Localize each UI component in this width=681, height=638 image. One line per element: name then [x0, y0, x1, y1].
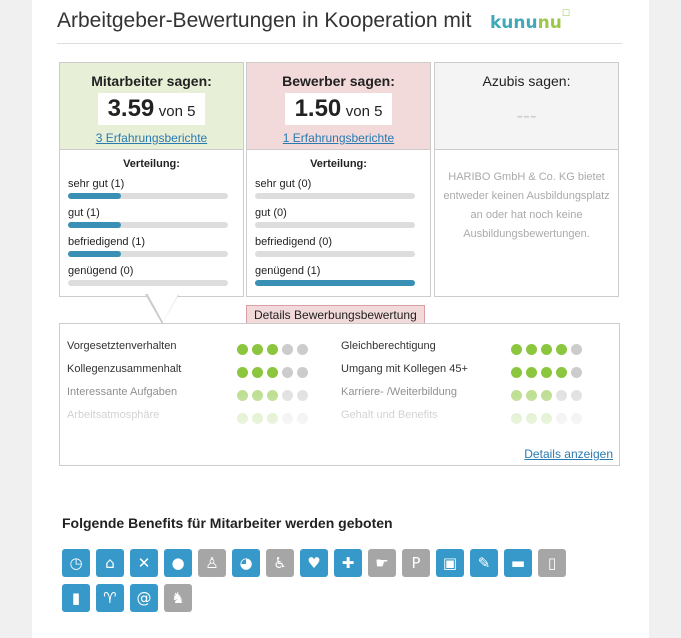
details-box: Vorgesetztenverhalten Kollegenzusammenhal…: [59, 323, 620, 466]
header: Arbeitgeber-Bewertungen in Kooperation m…: [57, 8, 622, 44]
distribution-title: Verteilung:: [310, 158, 367, 170]
distribution-label: gut (0): [255, 207, 287, 219]
rating-icon: [541, 367, 552, 379]
score-box: 1.50 von 5: [284, 93, 393, 125]
score-placeholder: ---: [516, 105, 537, 127]
distribution-label: befriedigend (1): [68, 236, 146, 248]
score-box: 3.59 von 5: [97, 93, 206, 125]
rating-icon: [526, 344, 537, 356]
rating-icon: [282, 344, 293, 356]
company-car-icon[interactable]: ▬: [504, 549, 532, 577]
distribution-bar: [255, 251, 415, 257]
kununu-logo[interactable]: kununu☐: [490, 9, 570, 33]
rating-icon: [511, 367, 522, 379]
rating-icon: [526, 367, 537, 379]
distribution-list: sehr gut (0) gut (0) befriedigend (0) genüg…: [247, 178, 430, 286]
rating-icon: [571, 344, 582, 356]
flexible-hours-icon[interactable]: ◷: [62, 549, 90, 577]
distribution-label: sehr gut (1): [68, 178, 125, 190]
distribution-bar-fill: [255, 280, 415, 286]
benefits-title: Folgende Benefits für Mitarbeiter werden…: [62, 515, 393, 531]
distribution-label: gut (1): [68, 207, 100, 219]
home-office-icon[interactable]: ⌂: [96, 549, 124, 577]
criterion-label: Kollegenzusammenhalt: [67, 363, 182, 375]
distribution-title: Verteilung:: [123, 158, 180, 170]
distribution-label: sehr gut (0): [255, 178, 312, 190]
rating-icon: [237, 367, 248, 379]
rating-icon: [237, 344, 248, 356]
transport-icon[interactable]: ▣: [436, 549, 464, 577]
details-tab[interactable]: Details Bewerbungsbewertung: [246, 305, 425, 324]
rating-icon: [267, 344, 278, 356]
accessibility-icon[interactable]: ♿: [266, 549, 294, 577]
canteen-icon[interactable]: ✕: [130, 549, 158, 577]
score-scale: von 5: [345, 103, 383, 120]
health-icon[interactable]: ♥: [300, 549, 328, 577]
distribution-bar-fill: [68, 222, 121, 228]
rating-icon: [282, 367, 293, 379]
distribution-bar: [255, 222, 415, 228]
rating-icon: [556, 344, 567, 356]
page: Arbeitgeber-Bewertungen in Kooperation m…: [32, 0, 649, 638]
rating-icon: [556, 367, 567, 379]
distribution-bar: [68, 193, 228, 199]
distribution-bar: [68, 280, 228, 286]
food-icon[interactable]: ●: [164, 549, 192, 577]
childcare-icon[interactable]: ♙: [198, 549, 226, 577]
employees-panel: Mitarbeiter sagen: 3.59 von 5 3 Erfahrun…: [59, 62, 244, 297]
distribution-label: genügend (1): [255, 265, 321, 277]
trainees-panel: Azubis sagen: --- HARIBO GmbH & Co. KG b…: [434, 62, 619, 297]
page-title: Arbeitgeber-Bewertungen in Kooperation m…: [57, 9, 472, 32]
criterion-rating: [237, 364, 312, 382]
distribution-bar: [68, 251, 228, 257]
events-icon[interactable]: ♈: [96, 584, 124, 612]
criterion-label: Gleichberechtigung: [341, 340, 436, 352]
internet-icon[interactable]: @: [130, 584, 158, 612]
medical-icon[interactable]: ✚: [334, 549, 362, 577]
reviews-link[interactable]: 3 Erfahrungsberichte: [60, 131, 243, 145]
distribution-bar: [255, 193, 415, 199]
rating-icon: [511, 344, 522, 356]
score-value: 3.59: [107, 95, 155, 122]
show-details-link[interactable]: Details anzeigen: [524, 447, 613, 461]
score-scale: von 5: [158, 103, 196, 120]
discount-icon[interactable]: ✎: [470, 549, 498, 577]
score-value: 1.50: [294, 95, 342, 122]
rating-icon: [297, 367, 308, 379]
applicants-panel: Bewerber sagen: 1.50 von 5 1 Erfahrungsb…: [246, 62, 431, 297]
panel-heading: Mitarbeiter sagen:: [91, 73, 212, 89]
distribution-label: genügend (0): [68, 265, 134, 277]
distribution-bar-fill: [68, 251, 121, 257]
distribution-bar-fill: [68, 193, 121, 199]
distribution-bar: [255, 280, 415, 286]
rating-icon: [571, 367, 582, 379]
rating-icon: [252, 367, 263, 379]
profit-sharing-icon[interactable]: ▮: [62, 584, 90, 612]
criterion-rating: [237, 341, 312, 359]
criterion-label: Umgang mit Kollegen 45+: [341, 363, 468, 375]
criterion-rating: [511, 341, 586, 359]
no-trainees-message: HARIBO GmbH & Co. KG bietet entweder kei…: [443, 171, 610, 240]
panel-heading: Bewerber sagen:: [282, 73, 395, 89]
mobile-phone-icon[interactable]: ▯: [538, 549, 566, 577]
distribution-bar: [68, 222, 228, 228]
rating-icon: [541, 344, 552, 356]
criterion-label: Vorgesetztenverhalten: [67, 340, 177, 352]
pension-icon[interactable]: ◕: [232, 549, 260, 577]
rating-icon: [252, 344, 263, 356]
rating-icon: [297, 344, 308, 356]
panel-heading: Azubis sagen:: [482, 73, 571, 89]
dog-icon[interactable]: ♞: [164, 584, 192, 612]
reviews-link[interactable]: 1 Erfahrungsberichte: [247, 131, 430, 145]
criterion-rating: [511, 364, 586, 382]
distribution-list: sehr gut (1) gut (1) befriedigend (1) genüg…: [60, 178, 243, 286]
parking-icon[interactable]: P: [402, 549, 430, 577]
coaching-icon[interactable]: ☛: [368, 549, 396, 577]
distribution-label: befriedigend (0): [255, 236, 333, 248]
rating-icon: [267, 367, 278, 379]
